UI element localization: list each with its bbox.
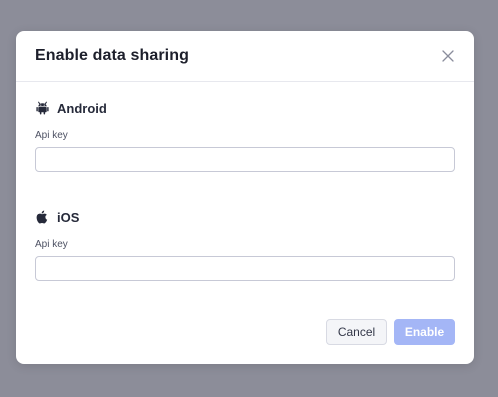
modal-footer: Cancel Enable [326, 319, 455, 345]
android-label: Android [57, 100, 107, 116]
modal-header: Enable data sharing [16, 31, 474, 82]
ios-api-key-label: Api key [35, 239, 68, 250]
close-icon [442, 50, 454, 62]
android-header: Android [35, 99, 455, 117]
ios-header: iOS [35, 208, 455, 226]
ios-api-key-input[interactable] [35, 256, 455, 281]
close-button[interactable] [440, 48, 456, 64]
android-api-key-label: Api key [35, 130, 68, 141]
enable-data-sharing-modal: Enable data sharing Android Api key iOS … [16, 31, 474, 364]
modal-title: Enable data sharing [35, 47, 189, 64]
android-section: Android Api key [35, 99, 455, 172]
apple-icon [35, 210, 49, 224]
android-icon [35, 101, 49, 115]
ios-section: iOS Api key [35, 208, 455, 281]
cancel-button[interactable]: Cancel [326, 319, 387, 345]
enable-button[interactable]: Enable [394, 319, 455, 345]
ios-label: iOS [57, 209, 80, 225]
android-api-key-input[interactable] [35, 147, 455, 172]
